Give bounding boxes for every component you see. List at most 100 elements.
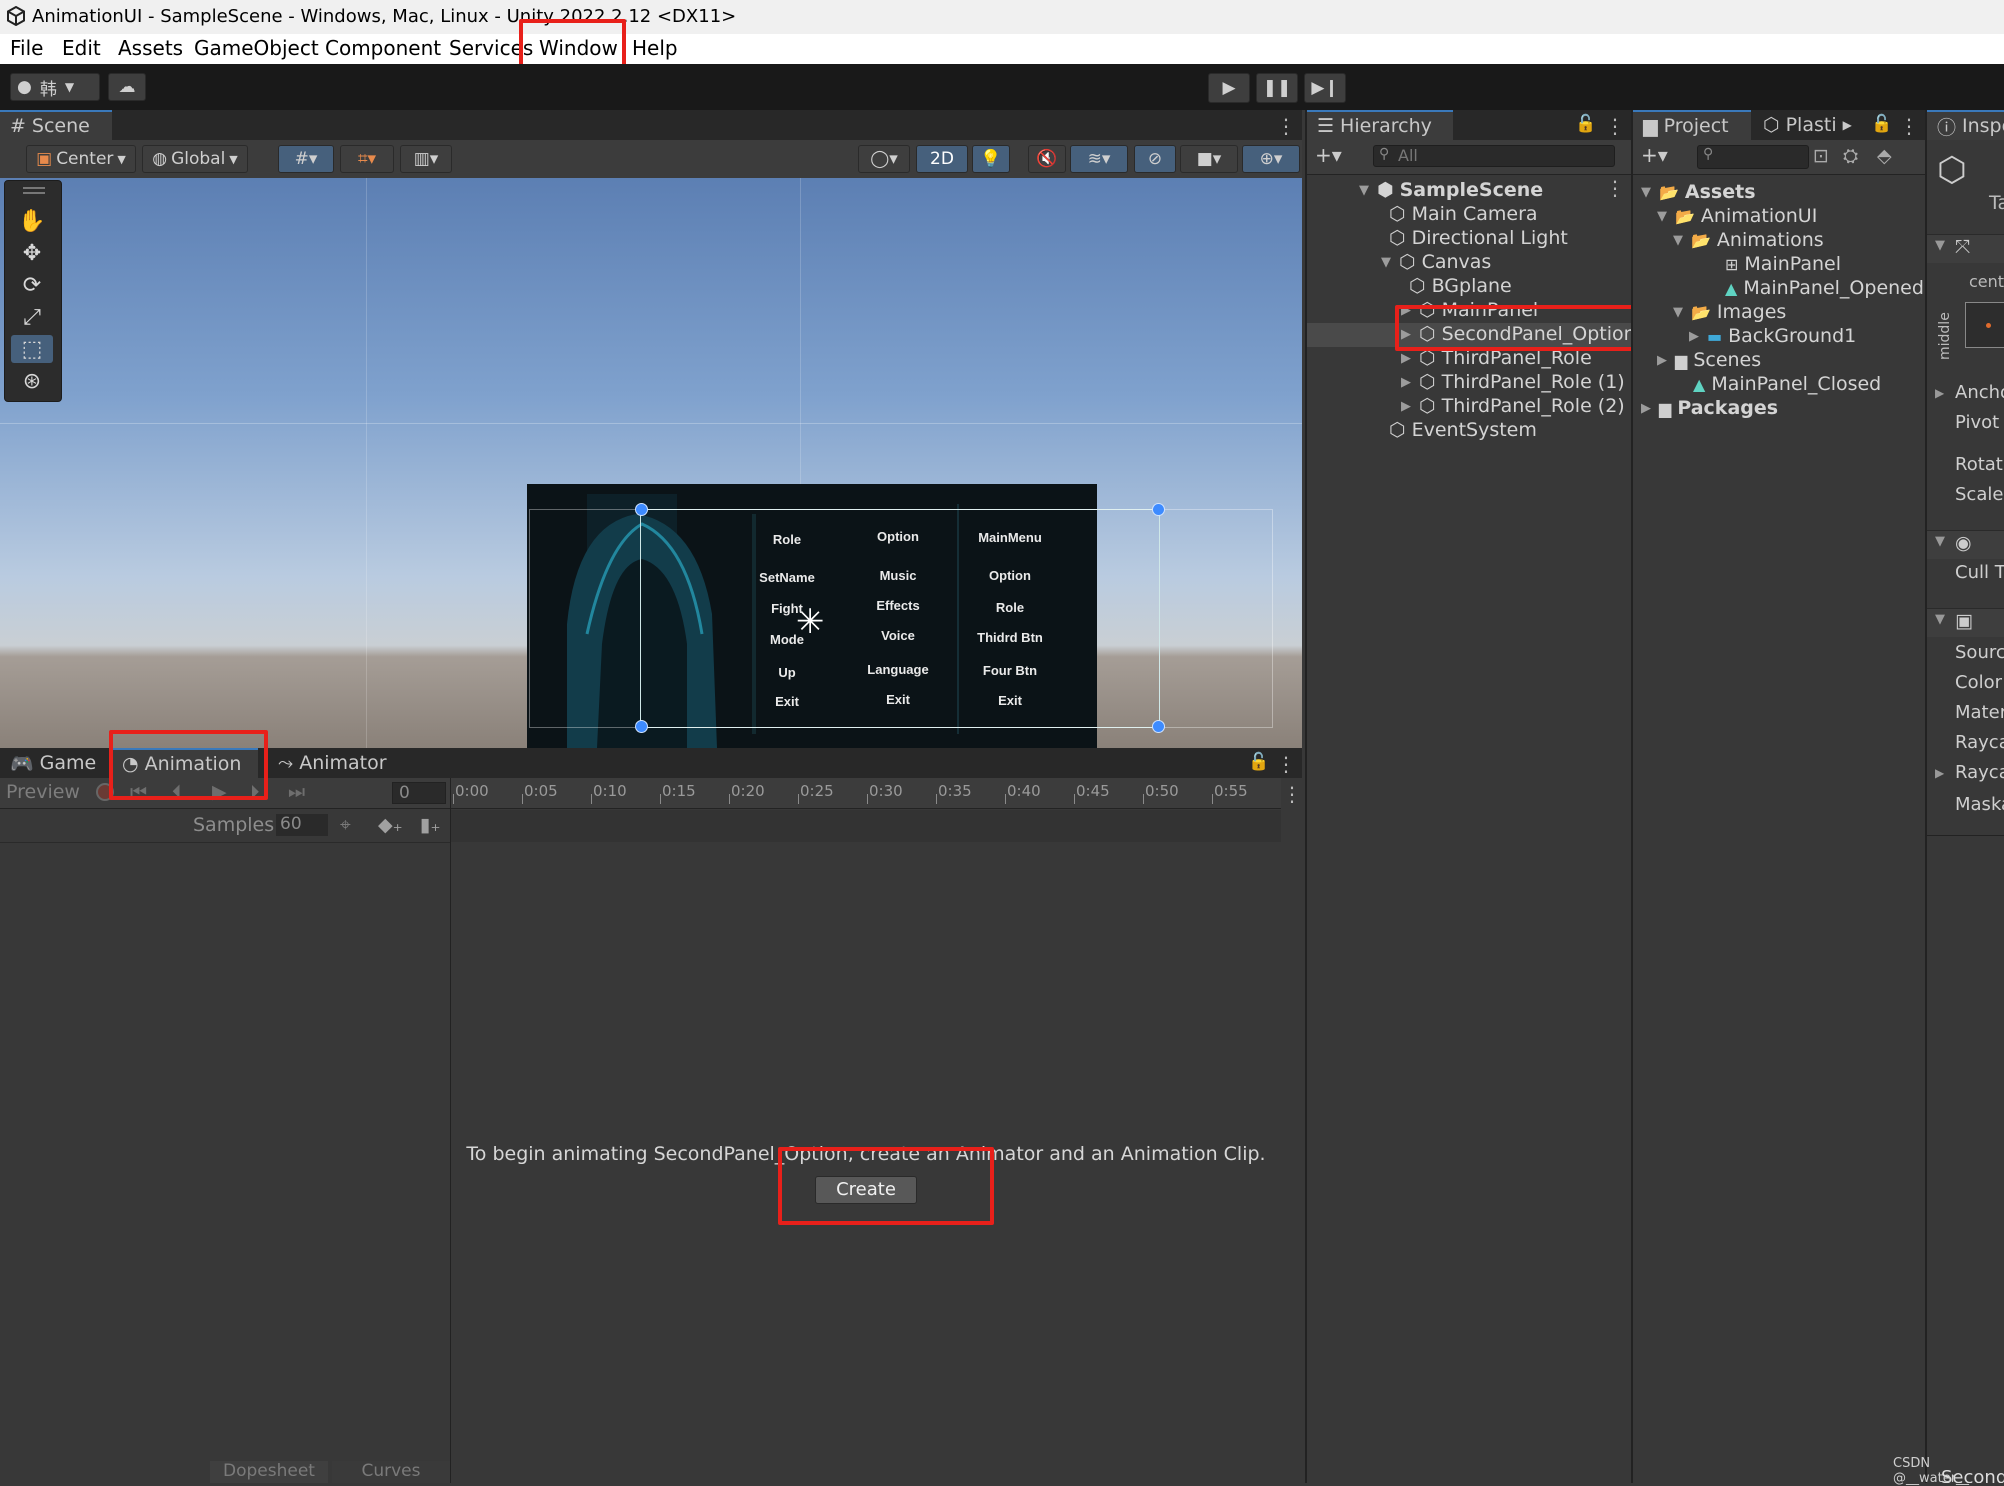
tab-animation[interactable]: ◔ Animation [112,748,258,778]
hierarchy-item[interactable]: ⬡ Main Camera [1389,202,1538,226]
account-dropdown[interactable]: ● 韩 ▼ [10,73,100,101]
scale-tool-button[interactable]: ⤢ [11,303,53,331]
menu-component[interactable]: Component [321,36,445,60]
search-type-icon[interactable]: ⊡ [1813,145,1829,167]
canvas-renderer-header[interactable]: ▼ ◉ [1927,530,2004,559]
scene-menu-icon[interactable]: ⋮ [1605,176,1625,200]
expand-arrow-icon[interactable]: ▶ [1399,303,1413,318]
project-item[interactable]: ▼ 📂 AnimationUI [1655,204,1817,228]
next-frame-icon[interactable]: ⏵ [250,781,260,803]
last-frame-icon[interactable]: ⏭ [288,781,305,803]
menu-help[interactable]: Help [628,36,682,60]
scene-menu-icon[interactable]: ⋮ [1276,114,1296,138]
lighting-toggle[interactable]: 💡 [972,145,1010,173]
rect-handle-bl[interactable] [635,720,648,733]
expand-arrow-icon[interactable]: ▼ [1379,255,1393,270]
hierarchy-menu-icon[interactable]: ⋮ [1605,114,1625,138]
tab-hierarchy[interactable]: ☰ Hierarchy [1307,110,1453,140]
increment-snap-button[interactable]: ⌗▾ [340,145,394,173]
expand-arrow-icon[interactable]: ▶ [1935,386,1944,400]
menu-file[interactable]: File [6,36,47,60]
project-item[interactable]: ▶ ▬ BackGround1 [1687,324,1856,348]
create-button[interactable]: Create [815,1176,917,1204]
samples-input[interactable]: 60 [276,814,328,836]
pause-button[interactable]: ❚❚ [1256,73,1298,103]
play-button[interactable]: ▶ [1208,73,1250,103]
project-item[interactable]: ⊞ MainPanel [1705,252,1841,276]
lock-icon[interactable]: 🔓 [1871,114,1892,134]
play-anim-icon[interactable]: ▶ [212,781,227,803]
event-lane[interactable] [451,810,1281,842]
hierarchy-item[interactable]: ▶ ⬡ ThirdPanel_Role (2) [1399,394,1625,418]
menu-gameobject[interactable]: GameObject [190,36,323,60]
expand-arrow-icon[interactable]: ▼ [1671,233,1685,248]
tab-animator[interactable]: ⤳ Animator [268,748,398,778]
timeline-ruler[interactable]: 0:00 0:05 0:10 0:15 0:20 0:25 0:30 0:35 0:40 0:45… [451,778,1281,809]
gizmos-dropdown[interactable]: ⊕▾ [1242,145,1300,173]
expand-arrow-icon[interactable]: ▶ [1687,329,1701,344]
mode-2d-toggle[interactable]: 2D [916,145,968,173]
cloud-button[interactable]: ☁ [108,73,146,101]
expand-arrow-icon[interactable]: ▼ [1639,185,1653,200]
tab-inspector[interactable]: ⓘ Inspe [1927,110,2004,140]
tab-plastic[interactable]: ⬡ Plasti ▶ [1753,110,1873,140]
hierarchy-item[interactable]: ▼ ⬡ Canvas [1379,250,1491,274]
create-asset-button[interactable]: +▾ [1641,143,1668,167]
expand-arrow-icon[interactable]: ▶ [1399,399,1413,414]
expand-arrow-icon[interactable]: ▶ [1399,351,1413,366]
frame-input[interactable]: 0 [392,782,446,804]
filter-type-icon[interactable]: ⛭ [1843,145,1858,167]
rect-transform-header[interactable]: ▼ ⤧ [1927,234,2004,263]
hierarchy-item[interactable]: ▶ ⬡ SecondPanel_Option [1399,322,1636,346]
audio-toggle[interactable]: 🔇 [1028,145,1066,173]
move-tool-button[interactable]: ✥ [11,239,53,267]
hierarchy-item[interactable]: ⬡ Directional Light [1389,226,1568,250]
lock-icon[interactable]: 🔓 [1575,114,1596,134]
hierarchy-search-input[interactable]: All [1373,145,1615,167]
image-component-header[interactable]: ▼ ▣ [1927,608,2004,637]
project-item[interactable]: ▼ 📂 Assets [1639,180,1756,204]
hierarchy-item[interactable]: ▶ ⬡ ThirdPanel_Role (1) [1399,370,1625,394]
record-icon[interactable] [96,783,114,801]
project-item[interactable]: ▶ ▆ Packages [1639,396,1778,420]
rect-tool-button[interactable]: ⬚ [11,335,53,363]
camera-dropdown[interactable]: ■▾ [1180,145,1238,173]
scene-root[interactable]: ▼ ⬢ SampleScene [1357,178,1543,202]
tab-game[interactable]: 🎮 Game [0,748,108,778]
project-item[interactable]: ▲ MainPanel_Opened [1705,276,1924,300]
menu-services[interactable]: Services [445,36,537,60]
effects-dropdown[interactable]: ≋▾ [1070,145,1128,173]
first-frame-icon[interactable]: ⏮ [130,781,147,803]
rect-handle-br[interactable] [1152,720,1165,733]
menu-edit[interactable]: Edit [58,36,105,60]
transform-tool-button[interactable]: ⊛ [11,367,53,395]
pivot-dropdown[interactable]: ▣ Center ▼ [26,145,136,173]
expand-arrow-icon[interactable]: ▶ [1639,401,1653,416]
project-item[interactable]: ▼ 📂 Images [1671,300,1786,324]
expand-arrow-icon[interactable]: ▶ [1935,766,1944,780]
hand-tool-button[interactable]: ✋ [11,207,53,235]
prev-frame-icon[interactable]: ⏴ [172,781,182,803]
project-search-input[interactable] [1697,145,1809,169]
menu-assets[interactable]: Assets [114,36,187,60]
hierarchy-item[interactable]: ⬡ BGplane [1409,274,1512,298]
step-button[interactable]: ▶❙ [1304,73,1346,103]
visibility-toggle[interactable]: ⊘ [1134,145,1176,173]
menu-window[interactable]: Window [535,36,622,60]
hierarchy-item[interactable]: ▶ ⬡ ThirdPanel_Role [1399,346,1592,370]
add-keyframe-icon[interactable]: ◆₊ [378,814,403,836]
rect-handle-tl[interactable] [635,503,648,516]
expand-arrow-icon[interactable]: ▶ [1399,327,1413,342]
tab-dopesheet[interactable]: Dopesheet [210,1461,328,1483]
animation-menu-icon[interactable]: ⋮ [1276,752,1296,776]
add-event-icon[interactable]: ▮₊ [420,814,440,836]
rotate-tool-button[interactable]: ⟳ [11,271,53,299]
rect-handle-tr[interactable] [1152,503,1165,516]
keyframe-filter-icon[interactable]: ⌖ [340,814,351,836]
lock-icon[interactable]: 🔓 [1248,752,1269,772]
tab-curves[interactable]: Curves [332,1461,450,1483]
hierarchy-item[interactable]: ▶ ⬡ MainPanel [1399,298,1538,322]
space-dropdown[interactable]: ◍ Global ▼ [142,145,248,173]
project-item[interactable]: ▼ 📂 Animations [1671,228,1824,252]
draw-mode-dropdown[interactable]: ◯▾ [858,145,910,173]
